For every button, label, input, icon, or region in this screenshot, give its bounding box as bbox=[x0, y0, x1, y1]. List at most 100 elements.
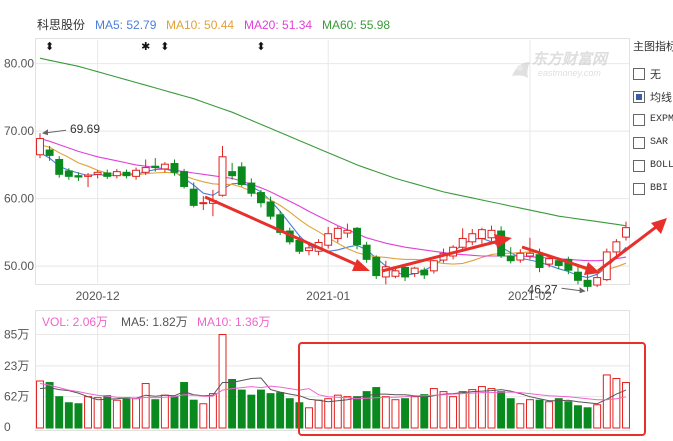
indicator-option[interactable]: 均线 bbox=[633, 85, 673, 108]
volume-bar bbox=[439, 391, 448, 429]
indicator-checkbox[interactable] bbox=[633, 90, 645, 103]
volume-bar bbox=[208, 393, 217, 429]
candle-body bbox=[189, 188, 198, 206]
candle-body bbox=[64, 170, 73, 177]
volume-bar bbox=[574, 405, 582, 429]
chart-root: 50.00 60.00 70.00 80.00 2020-12 2021-01 2021-… bbox=[0, 0, 673, 436]
volume-y-tick-label: 23万 bbox=[4, 359, 29, 373]
volume-bar bbox=[564, 401, 573, 429]
candle-body bbox=[132, 169, 141, 177]
volume-bar bbox=[583, 407, 592, 429]
volume-bar bbox=[199, 403, 208, 429]
candle-body bbox=[593, 277, 602, 286]
candle-body bbox=[525, 252, 534, 257]
indicator-option[interactable]: 无 bbox=[633, 62, 673, 85]
price-y-tick-label: 70.00 bbox=[4, 124, 34, 138]
volume-bar bbox=[112, 399, 121, 429]
volume-bar bbox=[506, 398, 515, 429]
high-value-label: 69.69 bbox=[70, 122, 100, 136]
candle-body bbox=[180, 171, 189, 187]
ma-line-ma20 bbox=[39, 137, 627, 262]
event-markers: ⬍ ✱ ⬍ ⬍ bbox=[45, 41, 266, 53]
candle-body bbox=[36, 138, 44, 156]
candle-body bbox=[612, 241, 621, 253]
indicator-checkbox[interactable] bbox=[633, 182, 645, 195]
indicator-option-label: SAR bbox=[650, 137, 669, 148]
candle-body bbox=[266, 201, 275, 217]
volume-bar bbox=[122, 397, 131, 429]
candle-body bbox=[199, 202, 208, 205]
legend-ma60: MA60: 55.98 bbox=[322, 18, 390, 32]
volume-bar bbox=[622, 382, 630, 429]
volume-bar bbox=[64, 402, 73, 429]
candle-body bbox=[324, 233, 333, 246]
indicator-option-label: EXPMA bbox=[650, 114, 673, 125]
candle-body bbox=[170, 163, 179, 173]
low-value-label: 46.27 bbox=[528, 282, 558, 296]
candle-body bbox=[93, 171, 102, 175]
vol-legend-ma10: MA10: 1.36万 bbox=[197, 315, 270, 329]
price-y-tick-label: 60.00 bbox=[4, 192, 34, 206]
candle-body bbox=[574, 271, 582, 281]
indicator-option[interactable]: SAR bbox=[633, 131, 673, 154]
indicator-checkbox[interactable] bbox=[633, 67, 645, 80]
candle-body bbox=[372, 256, 381, 277]
candle-body bbox=[429, 260, 438, 272]
volume-bar bbox=[602, 374, 611, 429]
candle-body bbox=[218, 156, 227, 196]
trend-arrow-4-head bbox=[651, 218, 667, 234]
volume-bar bbox=[449, 396, 458, 429]
candle-body bbox=[237, 166, 246, 185]
event-marker-icon: ⬍ bbox=[160, 41, 169, 53]
price-x-axis: 2020-12 2021-01 2021-02 bbox=[76, 289, 553, 303]
indicator-option-label: 均线 bbox=[650, 91, 672, 104]
candle-body bbox=[305, 247, 313, 252]
volume-bar bbox=[151, 399, 160, 429]
trend-arrow-3-head bbox=[584, 262, 600, 275]
indicator-checkbox[interactable] bbox=[633, 113, 645, 126]
volume-y-axis: 0 62万 23万 85万 bbox=[4, 328, 29, 434]
volume-y-tick-label: 0 bbox=[4, 420, 11, 434]
indicator-option-label: BBI bbox=[650, 183, 669, 194]
candle-body bbox=[487, 229, 496, 239]
eastmoney-logo-icon bbox=[512, 62, 530, 78]
legend-ma20: MA20: 51.34 bbox=[244, 18, 312, 32]
candle-body bbox=[55, 158, 64, 175]
indicator-panel-title: 主图指标 bbox=[633, 41, 673, 53]
price-x-tick-label: 2020-12 bbox=[76, 289, 120, 303]
indicator-checkbox[interactable] bbox=[633, 136, 645, 149]
candle-body bbox=[112, 171, 121, 177]
volume-bar bbox=[132, 398, 141, 429]
candle-body bbox=[583, 279, 592, 287]
volume-bar bbox=[545, 401, 554, 429]
trend-arrow-1-head bbox=[352, 259, 370, 271]
volume-bar bbox=[410, 396, 419, 429]
volume-bar bbox=[487, 388, 496, 429]
candle-body bbox=[45, 149, 54, 156]
candle-body bbox=[477, 229, 486, 239]
volume-bar bbox=[554, 398, 563, 429]
volume-bar bbox=[391, 399, 400, 429]
volume-bar bbox=[218, 334, 227, 429]
price-y-axis: 50.00 60.00 70.00 80.00 bbox=[4, 57, 34, 274]
volume-bar bbox=[429, 388, 438, 429]
indicator-option[interactable]: EXPMA bbox=[633, 108, 673, 131]
volume-bar bbox=[468, 389, 477, 429]
indicator-checkbox[interactable] bbox=[633, 159, 645, 172]
volume-bar bbox=[516, 403, 525, 429]
volume-bar bbox=[170, 396, 179, 429]
volume-bar bbox=[285, 398, 294, 429]
event-marker-icon: ⬍ bbox=[45, 41, 54, 53]
candle-body bbox=[103, 172, 112, 177]
indicator-option[interactable]: BOLL bbox=[633, 154, 673, 177]
candle-body bbox=[622, 227, 630, 238]
volume-bar bbox=[497, 391, 506, 429]
indicator-options: 无均线 EXPMA SAR BOLL BBI bbox=[633, 62, 673, 200]
vol-legend-ma5: MA5: 1.82万 bbox=[121, 315, 188, 329]
watermark-en: eastmoney.com bbox=[538, 68, 601, 78]
indicator-option[interactable]: BBI bbox=[633, 177, 673, 200]
volume-y-tick-label: 85万 bbox=[4, 328, 29, 342]
candle-body bbox=[420, 269, 429, 276]
volume-bar bbox=[55, 396, 64, 429]
candle-body bbox=[401, 266, 410, 278]
